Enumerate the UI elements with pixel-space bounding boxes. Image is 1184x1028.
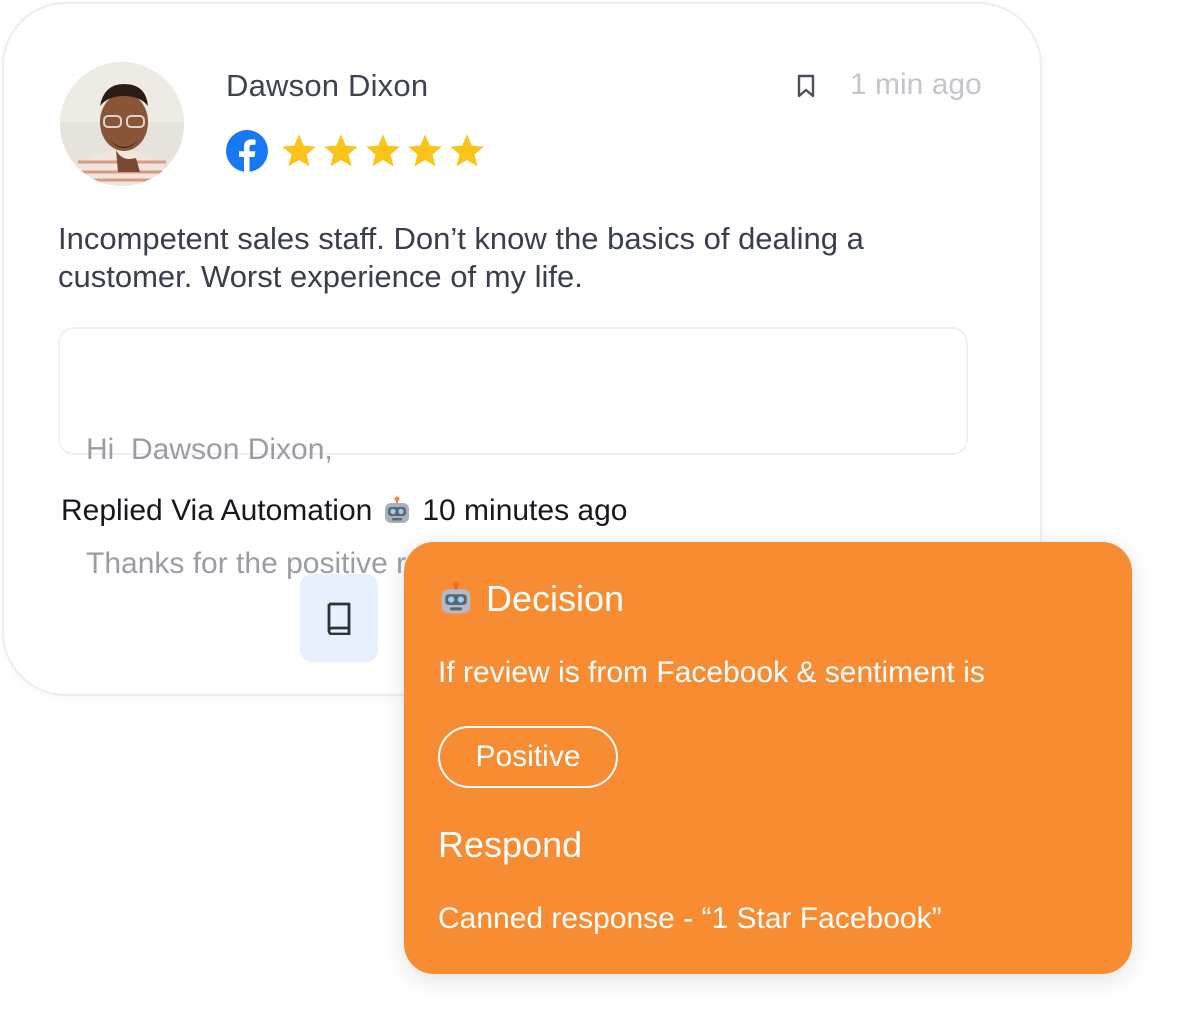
sentiment-chip[interactable]: Positive [438, 726, 618, 788]
automation-status: Replied Via Automation 10 minutes ago [61, 494, 627, 528]
review-timestamp: 1 min ago [850, 68, 982, 101]
reply-box: Hi Dawson Dixon, Thanks for the positive… [58, 327, 968, 580]
decision-card: Decision If review is from Facebook & se… [404, 542, 1132, 974]
star-icon [282, 134, 316, 167]
reply-greeting: Hi Dawson Dixon, [86, 433, 333, 466]
star-icon [408, 134, 442, 167]
star-icon [324, 134, 358, 167]
book-button[interactable] [300, 574, 378, 662]
canned-response: Canned response - “1 Star Facebook” [438, 902, 942, 935]
robot-icon [441, 581, 471, 614]
avatar-image [60, 62, 184, 186]
review-text: Incompetent sales staff. Don’t know the … [58, 221, 864, 294]
star-icon [450, 134, 484, 167]
bookmark-icon[interactable] [796, 74, 816, 98]
decision-title-text: Decision [486, 578, 625, 619]
decision-condition: If review is from Facebook & sentiment i… [438, 656, 985, 689]
automation-time: 10 minutes ago [422, 494, 628, 527]
avatar [60, 62, 184, 186]
book-icon [327, 602, 351, 635]
star-rating [280, 132, 486, 170]
star-icon [366, 134, 400, 167]
facebook-icon [226, 130, 268, 172]
reviewer-name: Dawson Dixon [226, 68, 429, 103]
decision-title: Decision [438, 578, 624, 620]
robot-icon [385, 496, 410, 523]
respond-heading: Respond [438, 824, 583, 865]
automation-prefix: Replied Via Automation [61, 494, 373, 527]
